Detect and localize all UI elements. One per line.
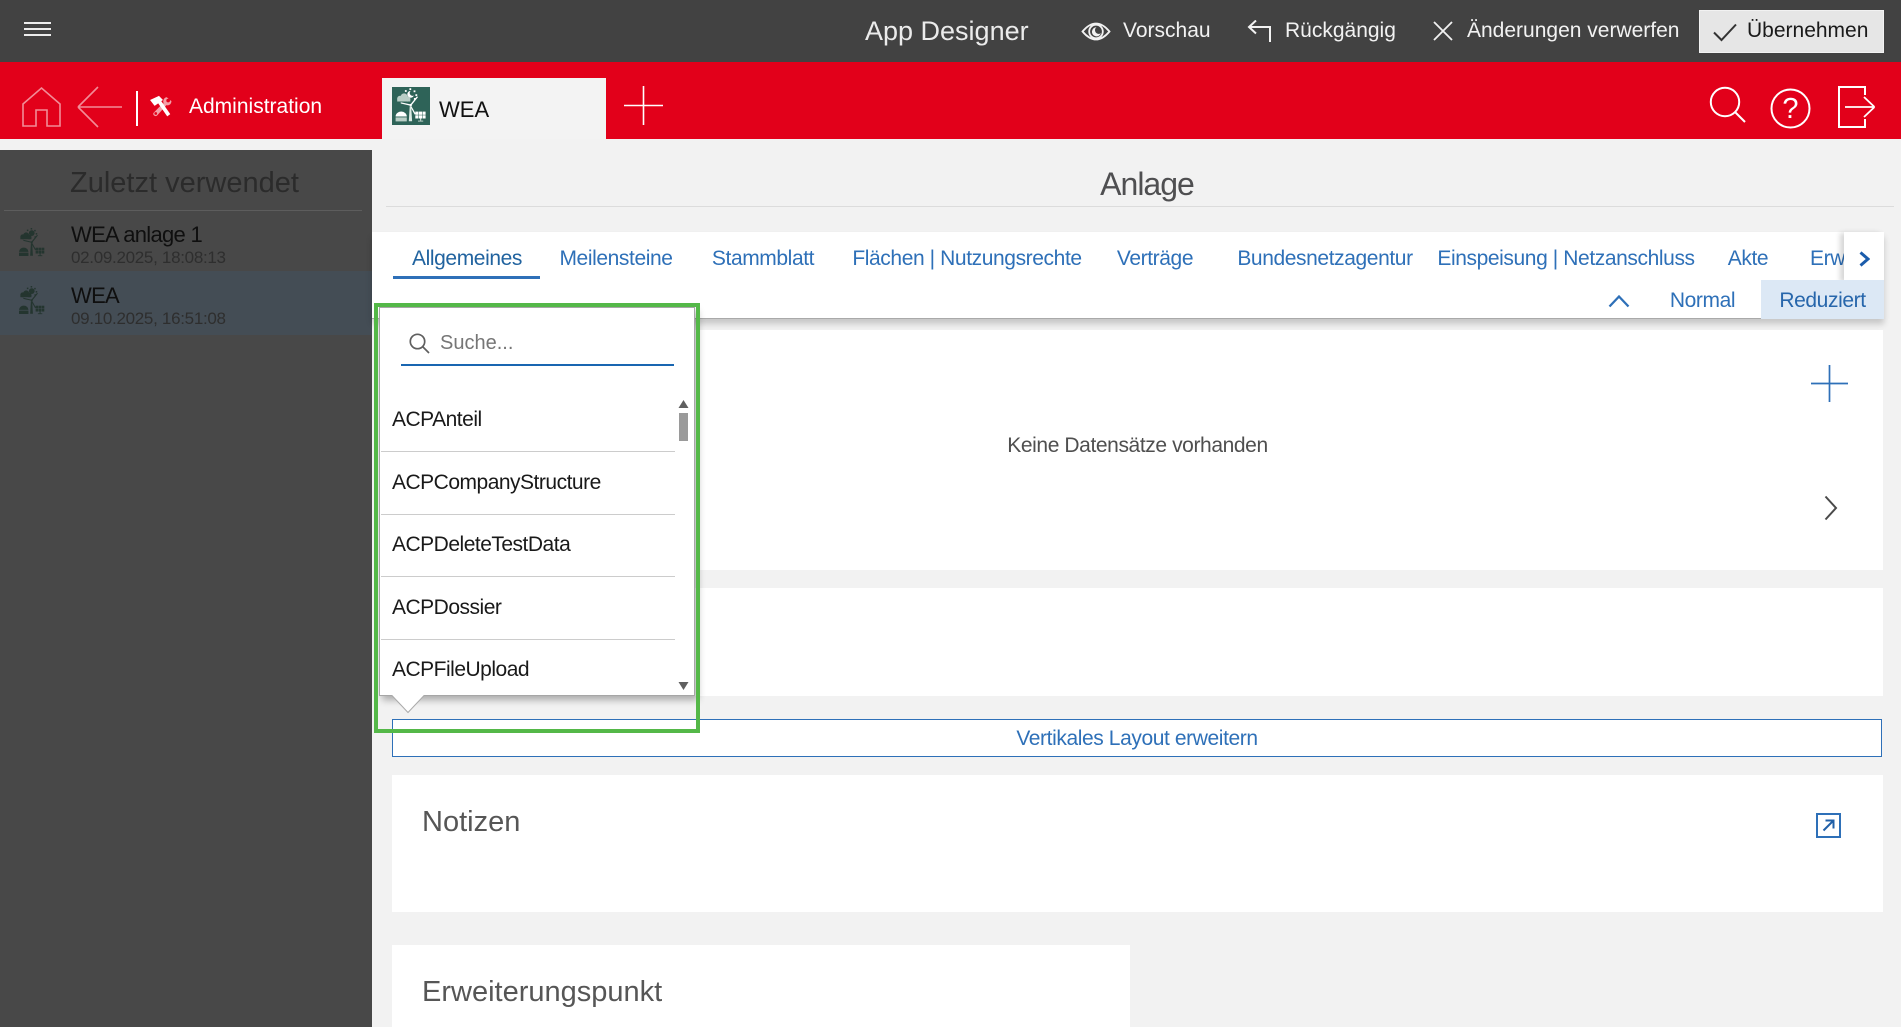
svg-text:?: ?: [1782, 93, 1798, 125]
